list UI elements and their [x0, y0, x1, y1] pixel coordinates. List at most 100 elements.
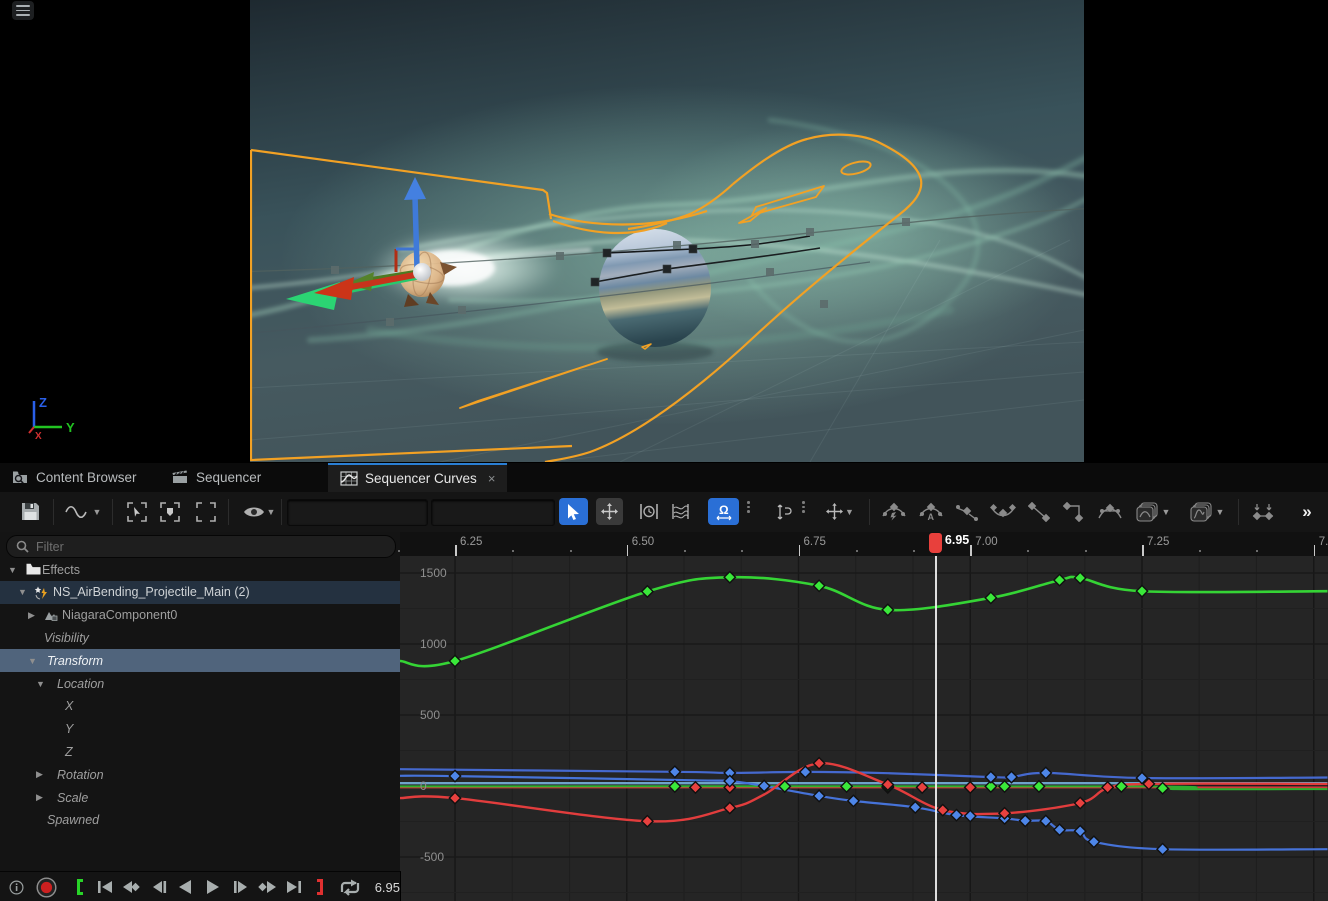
keyframe-location-z[interactable]	[1054, 824, 1065, 835]
outliner-row-visibility[interactable]: Visibility	[0, 626, 400, 649]
outliner-row-z[interactable]: Z	[0, 740, 400, 763]
keyframe-location-z[interactable]	[449, 770, 460, 781]
step-forward-button[interactable]	[230, 880, 250, 894]
tangent-cubic-auto-button[interactable]: A	[915, 498, 947, 525]
info-button[interactable]	[6, 880, 26, 895]
viewport-menu-button[interactable]	[12, 1, 34, 20]
tab-sequencer-curves[interactable]: Sequencer Curves ×	[328, 463, 507, 492]
select-all-keys-button[interactable]	[124, 498, 150, 525]
jump-to-start-button[interactable]	[94, 880, 114, 894]
toolbar-overflow-button[interactable]: »	[1293, 498, 1321, 525]
outliner-row-niagaracomponent0[interactable]: ▶NiagaraComponent0	[0, 604, 400, 627]
tangent-broken-button[interactable]	[952, 498, 982, 525]
keyframe-location-y[interactable]	[1054, 574, 1065, 585]
play-reverse-button[interactable]	[175, 879, 195, 895]
tangent-cubic-smart-auto-button[interactable]	[878, 498, 910, 525]
step-back-button[interactable]	[149, 880, 169, 894]
visibility-options-button[interactable]: ▼	[238, 498, 280, 525]
keyframe-location-x[interactable]	[642, 816, 653, 827]
keyframe-location-y[interactable]	[1136, 586, 1147, 597]
outliner-row-spawned[interactable]: Spawned	[0, 809, 400, 832]
flatten-keys-button[interactable]	[1248, 498, 1278, 525]
expander-right-icon[interactable]: ▶	[36, 792, 43, 803]
set-playback-end-button[interactable]	[314, 878, 327, 896]
multi-select-tool-button[interactable]	[667, 498, 694, 525]
outliner-row-ns-airbending-projectile-main-2[interactable]: ▼NS_AirBending_Projectile_Main (2)	[0, 581, 400, 604]
keyframe-location-y[interactable]	[985, 592, 996, 603]
time-ruler[interactable]: 6.256.506.757.007.257.5	[400, 532, 1328, 557]
playhead-marker[interactable]	[929, 533, 942, 553]
outliner-filter-input[interactable]: Filter	[6, 535, 396, 558]
curve-filter-input[interactable]	[287, 499, 428, 526]
tab-close-icon[interactable]: ×	[488, 471, 496, 486]
select-tool-button[interactable]	[559, 498, 588, 525]
keyframe-location-x[interactable]	[449, 792, 460, 803]
keyframe-location-z[interactable]	[965, 810, 976, 821]
keyframe-rotation-z[interactable]	[1006, 771, 1017, 782]
outliner-row-location[interactable]: ▼Location	[0, 672, 400, 695]
keyframe-location-y[interactable]	[813, 580, 824, 591]
keyframe-location-y[interactable]	[642, 586, 653, 597]
keyframe-rotation-z[interactable]	[1040, 767, 1051, 778]
keyframe-location-x[interactable]	[813, 758, 824, 769]
jump-to-end-button[interactable]	[283, 880, 303, 894]
keyframe-location-z[interactable]	[848, 795, 859, 806]
keyframe-location-z[interactable]	[1040, 815, 1051, 826]
outliner-row-effects[interactable]: ▼Effects	[0, 558, 400, 581]
tab-sequencer[interactable]: Sequencer	[160, 463, 273, 492]
keyframe-location-z[interactable]	[813, 790, 824, 801]
curve-location-y[interactable]	[400, 577, 1328, 666]
keyframe-location-z[interactable]	[1020, 815, 1031, 826]
keyframe-location-x[interactable]	[1075, 797, 1086, 808]
frame-all-button[interactable]	[193, 498, 219, 525]
outliner-row-x[interactable]: X	[0, 695, 400, 718]
record-button[interactable]	[35, 877, 57, 898]
outliner-row-transform[interactable]: ▼Transform	[0, 649, 400, 672]
expander-down-icon[interactable]: ▼	[36, 679, 45, 689]
loop-mode-button[interactable]	[337, 879, 361, 896]
snap-time-toggle[interactable]: Ω	[708, 498, 739, 525]
keyframe-location-y[interactable]	[882, 604, 893, 615]
playhead-line[interactable]	[935, 556, 937, 901]
current-time-display[interactable]: 6.95	[375, 880, 400, 895]
save-button[interactable]	[16, 498, 44, 525]
expander-down-icon[interactable]: ▼	[18, 587, 27, 597]
keyframe-location-y[interactable]	[1075, 572, 1086, 583]
set-playback-start-button[interactable]	[74, 878, 87, 896]
tangent-constant-button[interactable]	[1059, 498, 1089, 525]
next-key-button[interactable]	[256, 880, 278, 894]
snap-time-options-dots[interactable]	[747, 501, 750, 513]
curve-graph[interactable]	[400, 556, 1328, 901]
play-forward-button[interactable]	[203, 879, 223, 895]
keyframe-location-z[interactable]	[1088, 836, 1099, 847]
tangent-weighted-button[interactable]	[1094, 498, 1126, 525]
tangent-linear-button[interactable]	[1024, 498, 1054, 525]
expander-down-icon[interactable]: ▼	[28, 656, 37, 666]
frame-selection-button[interactable]	[157, 498, 183, 525]
transform-mode-dropdown[interactable]: ▼	[820, 498, 860, 525]
retime-tool-button[interactable]	[636, 498, 662, 525]
keyframe-location-y[interactable]	[449, 655, 460, 666]
3d-viewport[interactable]: Z Y X	[0, 0, 1328, 462]
value-input[interactable]	[431, 499, 555, 526]
curve-view-options-button[interactable]: ▼	[62, 498, 104, 525]
previous-key-button[interactable]	[121, 880, 143, 894]
tab-content-browser[interactable]: Content Browser	[0, 463, 149, 492]
keyframe-location-z[interactable]	[910, 802, 921, 813]
keyframe-rotation-z[interactable]	[985, 771, 996, 782]
outliner-row-y[interactable]: Y	[0, 718, 400, 741]
snap-value-options-dots[interactable]	[802, 501, 805, 513]
keyframe-rotation-z[interactable]	[669, 766, 680, 777]
snap-value-toggle[interactable]	[768, 498, 798, 525]
outliner-row-rotation[interactable]: ▶Rotation	[0, 763, 400, 786]
transform-tool-button[interactable]	[596, 498, 623, 525]
keyframe-location-x[interactable]	[724, 802, 735, 813]
pre-infinity-dropdown[interactable]: ▼	[1131, 498, 1175, 525]
expander-right-icon[interactable]: ▶	[36, 769, 43, 780]
expander-down-icon[interactable]: ▼	[8, 565, 17, 575]
outliner-row-scale[interactable]: ▶Scale	[0, 786, 400, 809]
keyframe-location-z[interactable]	[1157, 844, 1168, 855]
expander-right-icon[interactable]: ▶	[28, 610, 35, 621]
post-infinity-dropdown[interactable]: ▼	[1185, 498, 1229, 525]
tangent-user-button[interactable]	[987, 498, 1019, 525]
